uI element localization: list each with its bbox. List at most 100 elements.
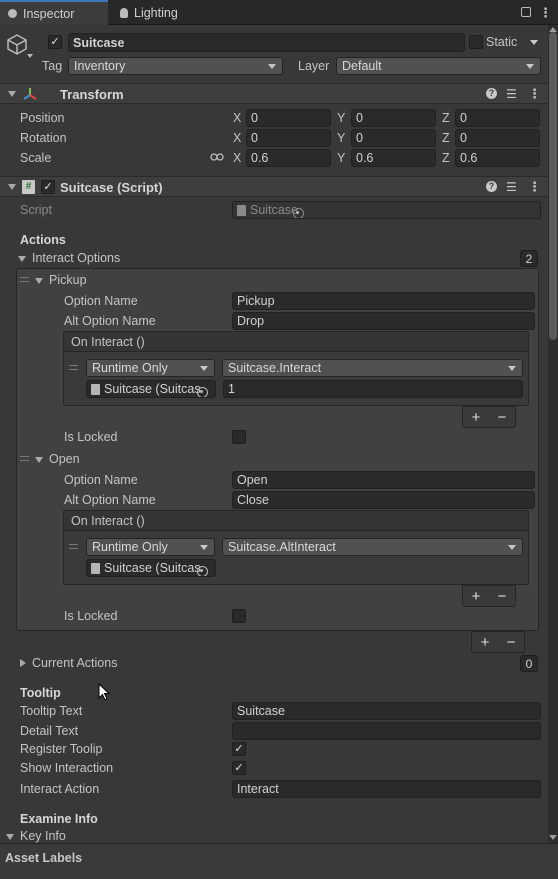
active-checkbox[interactable]: ✓ [48, 35, 62, 49]
event-target-field[interactable]: Suitcase (Suitcas [86, 559, 216, 577]
asset-labels-bar[interactable]: Asset Labels [0, 843, 558, 879]
foldout-arrow-icon[interactable] [35, 457, 43, 463]
drag-handle-icon[interactable] [69, 365, 78, 370]
position-x-field[interactable]: 0 [246, 109, 331, 127]
object-picker-icon[interactable] [292, 207, 304, 218]
alt-option-name-field[interactable]: Close [232, 491, 535, 509]
scale-y-label[interactable]: Y [337, 151, 345, 165]
current-actions-label[interactable]: Current Actions [32, 656, 117, 670]
remove-button[interactable]: − [498, 409, 507, 426]
position-y-field[interactable]: 0 [351, 109, 436, 127]
object-picker-icon[interactable] [196, 386, 208, 397]
transform-header[interactable]: Transform ? ☰ ⋮ [0, 83, 548, 104]
chevron-down-icon [268, 64, 276, 69]
script-enabled-checkbox[interactable]: ✓ [41, 180, 55, 194]
position-z-label[interactable]: Z [442, 111, 450, 125]
position-z-field[interactable]: 0 [455, 109, 540, 127]
option-pickup-title[interactable]: Pickup [49, 273, 87, 287]
info-icon [8, 9, 17, 18]
event-target-field[interactable]: Suitcase (Suitcas [86, 380, 216, 398]
key-info-foldout-icon[interactable] [6, 834, 14, 840]
icon-picker-caret[interactable] [27, 54, 33, 58]
foldout-arrow-icon[interactable] [8, 184, 16, 190]
more-options-icon[interactable]: ⋮ [539, 5, 552, 21]
scale-y-field[interactable]: 0.6 [351, 149, 436, 167]
foldout-arrow-icon[interactable] [8, 91, 16, 97]
position-y-label[interactable]: Y [337, 111, 345, 125]
scale-x-field[interactable]: 0.6 [246, 149, 331, 167]
rotation-z-field[interactable]: 0 [455, 129, 540, 147]
lock-icon[interactable] [521, 7, 531, 17]
scroll-down-arrow[interactable] [549, 835, 557, 840]
component-menu-icon[interactable]: ⋮ [528, 179, 541, 195]
presets-icon[interactable]: ☰ [506, 180, 517, 194]
event-header-label: On Interact () [71, 514, 145, 528]
argument-field[interactable]: 1 [223, 380, 523, 398]
tab-lighting[interactable]: Lighting [112, 0, 202, 25]
add-button[interactable]: + [481, 634, 490, 651]
current-actions-foldout-icon[interactable] [20, 659, 26, 667]
tag-dropdown[interactable]: Inventory [68, 57, 283, 75]
script-file-icon [91, 562, 100, 574]
transform-title: Transform [60, 87, 124, 102]
static-dropdown-caret[interactable] [530, 40, 538, 45]
drag-handle-icon[interactable] [20, 277, 29, 282]
link-icon[interactable] [210, 151, 224, 161]
remove-button[interactable]: − [498, 588, 507, 605]
chevron-down-icon [508, 545, 516, 550]
add-button[interactable]: + [472, 588, 481, 605]
tooltip-text-field[interactable]: Suitcase [232, 702, 541, 720]
script-field[interactable]: Suitcase [232, 201, 541, 219]
remove-button[interactable]: − [507, 634, 516, 651]
option-name-field[interactable]: Pickup [232, 292, 535, 310]
register-tooltip-checkbox[interactable]: ✓ [232, 742, 246, 756]
static-checkbox[interactable] [469, 35, 483, 49]
scale-z-field[interactable]: 0.6 [455, 149, 540, 167]
interact-action-field[interactable]: Interact [232, 780, 541, 798]
alt-option-name-field[interactable]: Drop [232, 312, 535, 330]
rotation-y-label[interactable]: Y [337, 131, 345, 145]
option-name-label: Option Name [64, 294, 138, 308]
layer-dropdown[interactable]: Default [336, 57, 541, 75]
scale-x-label[interactable]: X [233, 151, 241, 165]
rotation-x-label[interactable]: X [233, 131, 241, 145]
interact-options-foldout-icon[interactable] [18, 256, 26, 262]
gameobject-cube-icon [6, 33, 28, 57]
foldout-arrow-icon[interactable] [35, 278, 43, 284]
scroll-up-arrow[interactable] [549, 27, 557, 32]
show-interaction-checkbox[interactable]: ✓ [232, 761, 246, 775]
drag-handle-icon[interactable] [20, 456, 29, 461]
option-name-field[interactable]: Open [232, 471, 535, 489]
object-picker-icon[interactable] [196, 565, 208, 576]
tab-inspector[interactable]: Inspector [0, 0, 108, 25]
rotation-y-field[interactable]: 0 [351, 129, 436, 147]
key-info-label[interactable]: Key Info [20, 829, 66, 843]
option-open-title[interactable]: Open [49, 452, 80, 466]
function-dropdown[interactable]: Suitcase.Interact [222, 359, 523, 377]
object-name-field[interactable]: Suitcase [68, 33, 465, 52]
help-icon[interactable]: ? [486, 181, 497, 192]
tooltip-header: Tooltip [20, 686, 61, 700]
scrollbar-thumb[interactable] [549, 32, 557, 340]
is-locked-checkbox[interactable] [232, 609, 246, 623]
rotation-x-field[interactable]: 0 [246, 129, 331, 147]
chevron-down-icon [526, 64, 534, 69]
interact-options-label[interactable]: Interact Options [32, 251, 120, 265]
current-actions-count[interactable]: 0 [520, 655, 538, 672]
rotation-z-label[interactable]: Z [442, 131, 450, 145]
runtime-dropdown[interactable]: Runtime Only [86, 538, 215, 556]
function-dropdown[interactable]: Suitcase.AltInteract [222, 538, 523, 556]
component-menu-icon[interactable]: ⋮ [528, 86, 541, 102]
is-locked-checkbox[interactable] [232, 430, 246, 444]
add-button[interactable]: + [472, 409, 481, 426]
detail-text-field[interactable] [232, 722, 541, 740]
tooltip-text-label: Tooltip Text [20, 704, 83, 718]
script-component-header[interactable]: # ✓ Suitcase (Script) ? ☰ ⋮ [0, 176, 548, 197]
presets-icon[interactable]: ☰ [506, 87, 517, 101]
scale-z-label[interactable]: Z [442, 151, 450, 165]
help-icon[interactable]: ? [486, 88, 497, 99]
drag-handle-icon[interactable] [69, 544, 78, 549]
interact-options-count[interactable]: 2 [520, 250, 538, 267]
runtime-dropdown[interactable]: Runtime Only [86, 359, 215, 377]
position-x-label[interactable]: X [233, 111, 241, 125]
